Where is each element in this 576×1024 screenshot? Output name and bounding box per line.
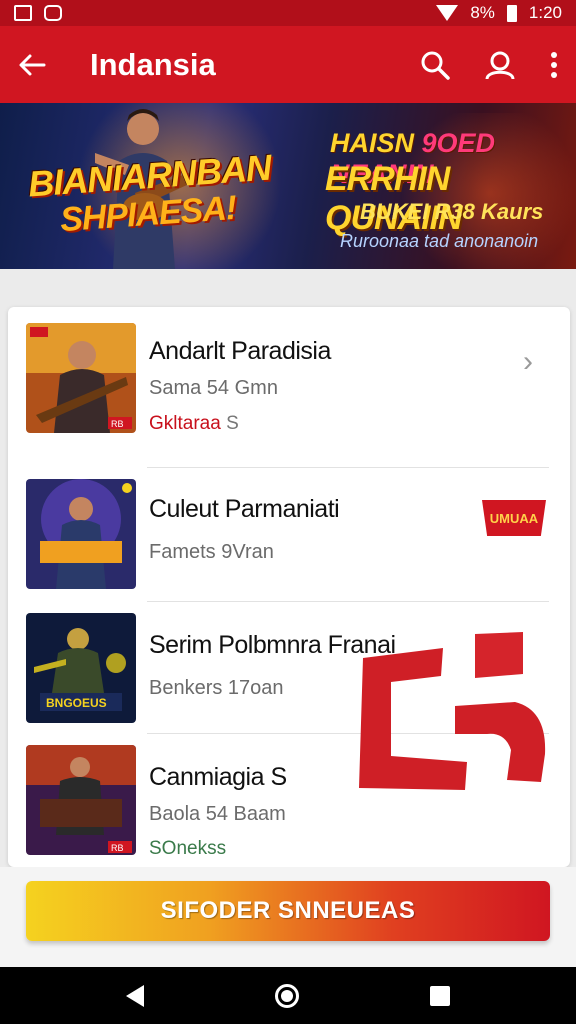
promo-tag: UMUAA xyxy=(482,500,546,536)
notification-icon xyxy=(44,5,62,21)
thumbnail-image: RB xyxy=(26,745,136,855)
wifi-icon xyxy=(436,5,459,21)
thumb-badge: RB xyxy=(111,843,124,853)
back-arrow-icon[interactable] xyxy=(18,53,64,77)
thumb-caption: BNGOEUS xyxy=(46,696,107,710)
thumbnail-image: RB xyxy=(26,323,136,433)
thumb-badge: RB xyxy=(111,419,124,429)
system-nav-bar xyxy=(0,967,576,1024)
nav-recents-icon[interactable] xyxy=(430,985,451,1006)
bottom-action-area: SIFODER SNNEUEAS xyxy=(0,867,576,967)
signal-text: 8% xyxy=(470,3,495,22)
item-subtitle: Baola 54 Baam xyxy=(149,803,286,825)
item-meta: SOnekss xyxy=(149,838,227,859)
thumbnail-image xyxy=(26,479,136,589)
list-item[interactable]: RB Andarlt Paradisia Sama 54 Gmn Gkltara… xyxy=(8,307,570,439)
item-title: Andarlt Paradisia xyxy=(149,337,331,365)
search-icon[interactable] xyxy=(420,50,450,80)
gallery-icon xyxy=(14,5,32,21)
app-bar: Indansia xyxy=(0,26,576,103)
thumbnail-image: BNGOEUS xyxy=(26,613,136,723)
item-subtitle: Benkers 17oan xyxy=(149,677,284,699)
nav-back-icon[interactable] xyxy=(125,984,144,1007)
clock: 1:20 xyxy=(528,3,562,22)
promo-banner[interactable]: BIANIARNBAN SHPIAESA! HAISN 9OED NEANIN … xyxy=(0,103,576,269)
more-vert-icon[interactable] xyxy=(550,51,558,79)
page-title: Indansia xyxy=(90,46,216,82)
primary-cta-button[interactable]: SIFODER SNNEUEAS xyxy=(26,881,550,941)
banner-tagline: BUKEI R38 Kaurs xyxy=(360,199,544,224)
item-subtitle: Sama 54 Gmn xyxy=(149,377,278,399)
list-item[interactable]: Culeut Parmaniati Famets 9Vran xyxy=(8,469,570,601)
account-icon[interactable] xyxy=(484,50,516,80)
banner-caption: Ruroonaa tad anonanoin xyxy=(340,231,539,251)
nav-home-icon[interactable] xyxy=(274,983,299,1008)
battery-icon xyxy=(506,4,517,22)
item-subtitle: Famets 9Vran xyxy=(149,541,274,563)
item-title: Canmiagia S xyxy=(149,763,287,791)
item-meta: Gkltaraa S xyxy=(149,413,239,434)
status-bar: 8% 1:20 xyxy=(0,0,576,26)
chevron-right-icon[interactable]: › xyxy=(523,345,533,379)
item-title: Culeut Parmaniati xyxy=(149,495,340,523)
brand-logo-overlay xyxy=(359,632,546,790)
